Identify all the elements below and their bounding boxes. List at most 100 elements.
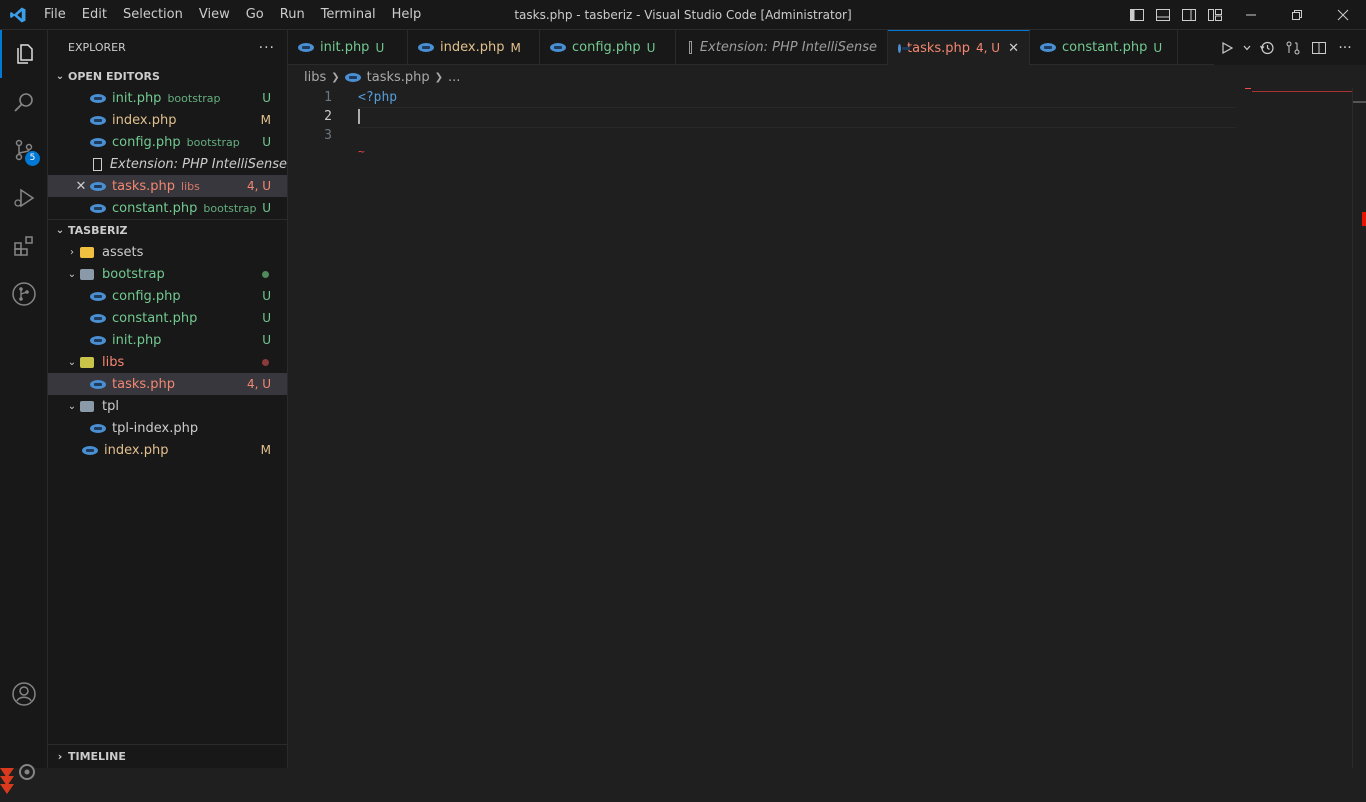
menu-edit[interactable]: Edit: [74, 0, 115, 30]
git-status: U: [262, 201, 271, 215]
open-editor-name: index.php: [112, 112, 177, 128]
chevron-down-icon: ⌄: [67, 356, 77, 368]
close-tab-icon[interactable]: ✕: [1008, 41, 1019, 56]
code-line-current: 2: [288, 107, 1350, 128]
tab-status: 4, U: [976, 41, 1001, 55]
tab-index[interactable]: index.php M: [408, 30, 540, 65]
open-editor-tasks[interactable]: ✕ tasks.php libs 4, U: [48, 175, 287, 197]
open-editor-config[interactable]: config.php bootstrap U: [48, 131, 287, 153]
search-icon[interactable]: [0, 78, 48, 126]
tab-label: index.php: [440, 40, 505, 55]
breadcrumb-file[interactable]: tasks.php: [367, 70, 430, 85]
chevron-down-icon: ⌄: [67, 268, 77, 280]
tree-item-label: libs: [102, 354, 125, 370]
tree-item-label: tpl: [102, 398, 119, 414]
php-file-icon: [90, 335, 106, 345]
editor-scrollbar[interactable]: [1352, 88, 1366, 768]
open-editor-constant[interactable]: constant.php bootstrap U: [48, 197, 287, 219]
tree-file-init[interactable]: init.php U: [48, 329, 287, 351]
restore-icon[interactable]: [1274, 0, 1320, 30]
tree-item-label: constant.php: [112, 310, 198, 326]
timeline-header[interactable]: › TIMELINE: [48, 744, 287, 768]
tab-config[interactable]: config.php U: [540, 30, 676, 65]
tree-item-label: tpl-index.php: [112, 420, 199, 436]
toggle-primary-sidebar-icon[interactable]: [1124, 0, 1150, 30]
folder-open-icon: [80, 268, 94, 280]
menu-file[interactable]: File: [36, 0, 74, 30]
open-editor-desc: bootstrap: [167, 91, 221, 105]
open-editor-index[interactable]: index.php M: [48, 109, 287, 131]
vscode-logo-icon[interactable]: [0, 0, 36, 30]
explorer-title: EXPLORER: [68, 41, 126, 54]
customize-layout-icon[interactable]: [1202, 0, 1228, 30]
breadcrumb-symbols[interactable]: ...: [448, 70, 460, 85]
tab-constant[interactable]: constant.php U: [1030, 30, 1178, 65]
error-squiggle: ~: [358, 145, 365, 158]
php-file-icon: [418, 43, 434, 52]
code-editor[interactable]: 1 <?php 2 3 ~: [288, 88, 1350, 768]
error-marker: [1362, 212, 1366, 226]
tree-folder-tpl[interactable]: ⌄ tpl: [48, 395, 287, 417]
explorer-icon[interactable]: [0, 30, 48, 78]
tree-file-constant[interactable]: constant.php U: [48, 307, 287, 329]
tree-file-config[interactable]: config.php U: [48, 285, 287, 307]
tree-file-tpl-index[interactable]: tpl-index.php: [48, 417, 287, 439]
tree-folder-assets[interactable]: › assets: [48, 241, 287, 263]
open-editor-name: tasks.php: [112, 178, 176, 194]
git-status: 4, U: [246, 377, 271, 391]
line-number: 1: [324, 90, 332, 105]
file-icon: [93, 157, 102, 171]
git-status: U: [262, 333, 271, 347]
tree-file-index[interactable]: index.php M: [48, 439, 287, 461]
open-editor-extension[interactable]: Extension: PHP IntelliSense: [48, 153, 287, 175]
tree-folder-libs[interactable]: ⌄ libs: [48, 351, 287, 373]
tab-tasks[interactable]: tasks.php 4, U ✕: [888, 30, 1030, 65]
menu-view[interactable]: View: [191, 0, 238, 30]
tab-init[interactable]: init.php U: [288, 30, 408, 65]
project-header[interactable]: ⌄ TASBERIZ: [48, 219, 287, 241]
folder-icon: [80, 246, 94, 258]
open-editors-header[interactable]: ⌄ OPEN EDITORS: [48, 65, 287, 87]
git-error-dot: [262, 358, 269, 366]
chevron-right-icon: ❯: [434, 71, 444, 83]
more-actions-icon[interactable]: ···: [1332, 30, 1358, 65]
extensions-icon[interactable]: [0, 222, 48, 270]
php-file-icon: [90, 203, 106, 213]
manage-gear-icon[interactable]: [0, 762, 40, 798]
open-editor-init[interactable]: init.php bootstrap U: [48, 87, 287, 109]
explorer-more-actions-icon[interactable]: ···: [259, 40, 275, 56]
menu-go[interactable]: Go: [238, 0, 272, 30]
php-file-icon: [90, 423, 106, 433]
menu-terminal[interactable]: Terminal: [313, 0, 384, 30]
tab-label: constant.php: [1062, 40, 1148, 55]
split-editor-icon[interactable]: [1306, 30, 1332, 65]
tab-extension[interactable]: Extension: PHP IntelliSense: [676, 30, 888, 65]
minimap-marker: [1245, 88, 1251, 89]
timeline-history-icon[interactable]: [1254, 30, 1280, 65]
git-graph-icon[interactable]: [0, 270, 48, 318]
minimize-icon[interactable]: [1228, 0, 1274, 30]
close-editor-icon[interactable]: ✕: [74, 179, 88, 194]
toggle-secondary-sidebar-icon[interactable]: [1176, 0, 1202, 30]
scrollbar-thumb[interactable]: [1353, 101, 1366, 103]
close-window-icon[interactable]: [1320, 0, 1366, 30]
breadcrumb-folder[interactable]: libs: [304, 70, 326, 85]
code-line: 1 <?php: [288, 88, 1350, 107]
run-dropdown-icon[interactable]: [1240, 30, 1254, 65]
source-control-icon[interactable]: 5: [0, 126, 48, 174]
window-title: tasks.php - tasberiz - Visual Studio Cod…: [514, 7, 852, 22]
run-debug-icon[interactable]: [0, 174, 48, 222]
accounts-icon[interactable]: [0, 670, 48, 718]
tab-status: M: [510, 40, 521, 55]
menu-selection[interactable]: Selection: [115, 0, 191, 30]
compare-changes-icon[interactable]: [1280, 30, 1306, 65]
tree-folder-bootstrap[interactable]: ⌄ bootstrap: [48, 263, 287, 285]
toggle-panel-icon[interactable]: [1150, 0, 1176, 30]
tab-status: U: [1153, 40, 1163, 55]
tree-item-label: tasks.php: [112, 376, 176, 392]
menu-run[interactable]: Run: [272, 0, 313, 30]
tab-label: init.php: [320, 40, 370, 55]
run-play-icon[interactable]: [1214, 30, 1240, 65]
tree-file-tasks[interactable]: tasks.php 4, U: [48, 373, 287, 395]
open-editor-name: Extension: PHP IntelliSense: [109, 156, 287, 172]
